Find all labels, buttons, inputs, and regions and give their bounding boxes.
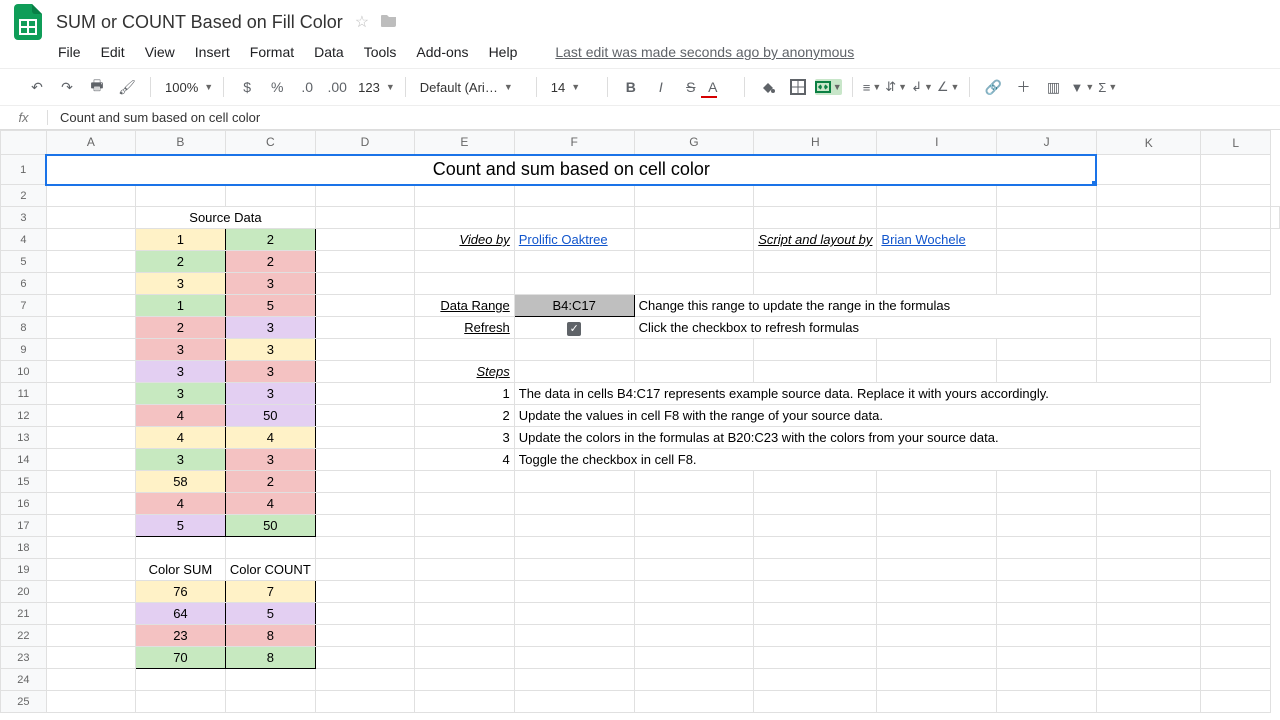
strike-icon[interactable]: S <box>678 74 704 100</box>
italic-icon[interactable]: I <box>648 74 674 100</box>
decrease-decimal-icon[interactable]: .0 <box>294 74 320 100</box>
col-header[interactable]: E <box>414 131 514 155</box>
row-header[interactable]: 11 <box>1 383 47 405</box>
title-cell[interactable]: Count and sum based on cell color <box>46 155 1096 185</box>
fx-icon: fx <box>0 110 48 125</box>
row-header[interactable]: 7 <box>1 295 47 317</box>
toolbar: ↶ ↷ 🖶 🖌 100%▼ $ % .0 .00 123▼ Default (A… <box>0 68 1280 106</box>
row-header[interactable]: 20 <box>1 581 47 603</box>
row-header[interactable]: 18 <box>1 537 47 559</box>
brian-wochele-link[interactable]: Brian Wochele <box>881 232 965 247</box>
title-bar: SUM or COUNT Based on Fill Color ☆ <box>0 0 1280 38</box>
row-header[interactable]: 21 <box>1 603 47 625</box>
row-header[interactable]: 19 <box>1 559 47 581</box>
col-header[interactable]: L <box>1201 131 1271 155</box>
menu-data[interactable]: Data <box>314 44 344 60</box>
row-header[interactable]: 10 <box>1 361 47 383</box>
print-icon[interactable]: 🖶 <box>84 74 110 100</box>
bold-icon[interactable]: B <box>618 74 644 100</box>
move-folder-icon[interactable] <box>381 13 397 32</box>
row-header[interactable]: 15 <box>1 471 47 493</box>
row-header[interactable]: 25 <box>1 691 47 713</box>
font-family-dropdown[interactable]: Default (Ari…▼ <box>416 80 526 95</box>
last-edit-link[interactable]: Last edit was made seconds ago by anonym… <box>555 44 854 60</box>
increase-decimal-icon[interactable]: .00 <box>324 74 350 100</box>
undo-icon[interactable]: ↶ <box>24 74 50 100</box>
star-icon[interactable]: ☆ <box>355 12 369 32</box>
row-header[interactable]: 24 <box>1 669 47 691</box>
fill-color-icon[interactable] <box>755 74 781 100</box>
row-header[interactable]: 22 <box>1 625 47 647</box>
row-header[interactable]: 14 <box>1 449 47 471</box>
v-align-dropdown[interactable]: ⇵▼ <box>885 79 907 95</box>
zoom-dropdown[interactable]: 100%▼ <box>161 80 213 95</box>
data-range-cell[interactable]: B4:C17 <box>514 295 634 317</box>
row-header[interactable]: 6 <box>1 273 47 295</box>
col-header[interactable]: D <box>315 131 414 155</box>
menu-addons[interactable]: Add-ons <box>416 44 468 60</box>
col-header[interactable]: A <box>46 131 135 155</box>
row-header[interactable]: 16 <box>1 493 47 515</box>
row-header[interactable]: 12 <box>1 405 47 427</box>
col-header[interactable]: H <box>754 131 877 155</box>
menu-file[interactable]: File <box>58 44 81 60</box>
menu-format[interactable]: Format <box>250 44 294 60</box>
formula-bar: fx Count and sum based on cell color <box>0 106 1280 130</box>
insert-comment-icon[interactable]: ＋ <box>1010 74 1036 100</box>
source-data-label: Source Data <box>136 207 316 229</box>
menu-view[interactable]: View <box>145 44 175 60</box>
menu-bar: File Edit View Insert Format Data Tools … <box>0 38 1280 68</box>
merge-cells-dropdown[interactable]: ▼ <box>815 79 842 95</box>
col-header[interactable]: G <box>634 131 754 155</box>
spreadsheet-grid[interactable]: A B C D E F G H I J K L 1Count and sum b… <box>0 130 1280 713</box>
insert-chart-icon[interactable]: ▥ <box>1040 74 1066 100</box>
menu-edit[interactable]: Edit <box>101 44 125 60</box>
row-header[interactable]: 3 <box>1 207 47 229</box>
font-size-dropdown[interactable]: 14▼ <box>547 80 597 95</box>
refresh-checkbox[interactable]: ✓ <box>567 322 581 336</box>
paint-format-icon[interactable]: 🖌 <box>114 74 140 100</box>
prolific-oaktree-link[interactable]: Prolific Oaktree <box>519 232 608 247</box>
redo-icon[interactable]: ↷ <box>54 74 80 100</box>
menu-insert[interactable]: Insert <box>195 44 230 60</box>
row-header[interactable]: 2 <box>1 185 47 207</box>
menu-tools[interactable]: Tools <box>364 44 397 60</box>
col-header[interactable]: K <box>1096 131 1200 155</box>
row-header[interactable]: 13 <box>1 427 47 449</box>
format-currency-icon[interactable]: $ <box>234 74 260 100</box>
more-formats-dropdown[interactable]: 123▼ <box>354 80 395 95</box>
row-header[interactable]: 9 <box>1 339 47 361</box>
rotate-dropdown[interactable]: ∠▼ <box>937 79 960 95</box>
col-header[interactable]: B <box>136 131 226 155</box>
text-color-icon[interactable]: A <box>708 74 734 100</box>
row-header[interactable]: 23 <box>1 647 47 669</box>
col-header[interactable]: F <box>514 131 634 155</box>
col-header[interactable]: J <box>997 131 1097 155</box>
row-header[interactable]: 8 <box>1 317 47 339</box>
sheets-app-icon[interactable] <box>8 2 48 42</box>
col-header[interactable]: C <box>225 131 315 155</box>
row-header[interactable]: 1 <box>1 155 47 185</box>
document-title[interactable]: SUM or COUNT Based on Fill Color <box>56 12 343 33</box>
row-header[interactable]: 17 <box>1 515 47 537</box>
formula-input[interactable]: Count and sum based on cell color <box>48 110 260 125</box>
row-header[interactable]: 4 <box>1 229 47 251</box>
column-header-row: A B C D E F G H I J K L <box>1 131 1280 155</box>
row-header[interactable]: 5 <box>1 251 47 273</box>
menu-help[interactable]: Help <box>489 44 518 60</box>
borders-icon[interactable] <box>785 74 811 100</box>
filter-dropdown[interactable]: ▼▼ <box>1070 80 1094 95</box>
insert-link-icon[interactable]: 🔗 <box>980 74 1006 100</box>
format-percent-icon[interactable]: % <box>264 74 290 100</box>
col-header[interactable]: I <box>877 131 997 155</box>
wrap-dropdown[interactable]: ↲▼ <box>911 79 933 95</box>
h-align-dropdown[interactable]: ≡▼ <box>863 80 882 95</box>
functions-dropdown[interactable]: Σ▼ <box>1098 80 1117 95</box>
